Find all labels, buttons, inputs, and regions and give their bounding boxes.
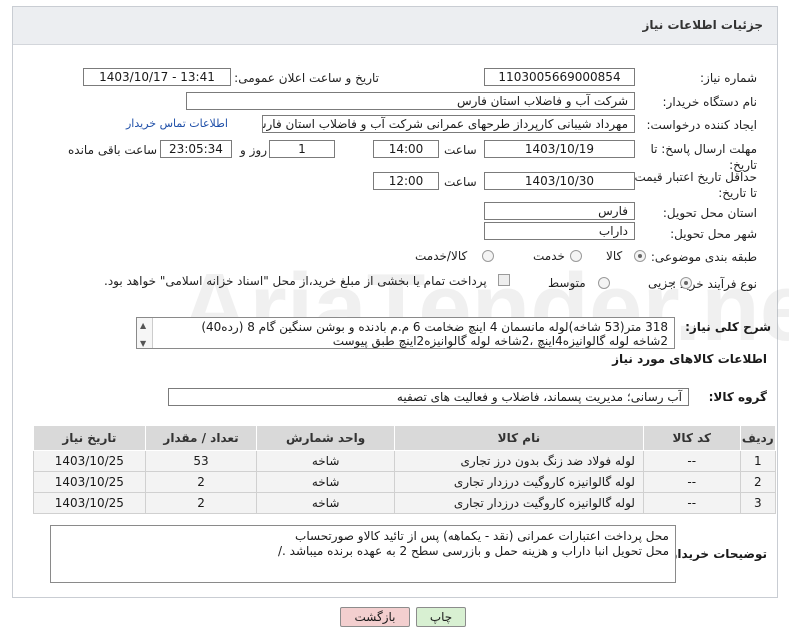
item-code: -- [642,450,741,472]
purchase-medium-radio[interactable] [598,277,610,289]
goods-info-title: اطلاعات کالاهای مورد نیاز [612,352,767,366]
table-header-row: ردیف کد کالا نام کالا واحد شمارش تعداد /… [33,425,777,451]
category-goods-radio[interactable] [634,250,646,262]
item-name: لوله گالوانیزه کاروگیت درزدار تجاری [393,492,644,514]
col-qty-header: تعداد / مقدار [144,425,258,451]
category-goods-service-label: کالا/خدمت [415,249,468,263]
need-number-field[interactable]: 1103005669000854 [484,68,635,86]
announce-datetime-field[interactable]: 1403/10/17 - 13:41 [83,68,231,86]
item-date: 1403/10/25 [33,450,146,472]
table-row[interactable]: 1 -- لوله فولاد ضد زنگ بدون درز تجاری شا… [33,450,777,472]
deadline-date-field[interactable]: 1403/10/19 [484,140,635,158]
category-goods-service-radio[interactable] [482,250,494,262]
category-goods-label: کالا [606,249,623,263]
requester-field[interactable]: مهرداد شیبانی کارپرداز طرحهای عمرانی شرک… [262,115,635,133]
need-number-label: شماره نیاز: [700,71,757,85]
category-label: طبقه بندی موضوعی: [650,250,757,264]
price-validity-label: حداقل تاریخ اعتبار قیمت: تا تاریخ: [630,170,757,200]
item-code: -- [642,492,741,514]
item-unit: شاخه [256,492,395,514]
back-button[interactable]: بازگشت [340,607,410,627]
item-unit: شاخه [256,471,395,493]
scroll-up-icon[interactable]: ▲ [140,319,146,333]
general-desc-textarea[interactable]: 318 متر(53 شاخه)لوله مانسمان 4 اینچ ضخام… [136,317,675,349]
table-row[interactable]: 2 -- لوله گالوانیزه کاروگیت درزدار تجاری… [33,471,777,493]
buyer-notes-line-2: محل تحویل انبا داراب و هزینه حمل و بازرس… [277,544,669,558]
validity-hour-label: ساعت [444,175,477,189]
treasury-note: پرداخت تمام یا بخشی از مبلغ خرید،از محل … [104,274,487,288]
time-left-field[interactable]: 23:05:34 [160,140,232,158]
items-table: ردیف کد کالا نام کالا واحد شمارش تعداد /… [33,425,777,514]
page-title: جزئیات اطلاعات نیاز [642,18,763,32]
announce-datetime-label: تاریخ و ساعت اعلان عمومی: [234,71,379,85]
col-name-header: نام کالا [393,425,644,451]
item-qty: 53 [144,450,258,472]
general-desc-line-2: 2شاخه لوله گالوانیزه4اینچ ،2شاخه لوله گا… [332,334,668,348]
contact-info-link[interactable]: اطلاعات تماس خریدار [126,117,228,130]
general-desc-scrollbar[interactable]: ▲ ▼ [137,318,153,348]
province-field[interactable]: فارس [484,202,635,220]
treasury-checkbox[interactable] [498,274,510,286]
buyer-notes-line-1: محل پرداخت اعتبارات عمرانی (نقد - یکماهه… [295,529,669,543]
item-date: 1403/10/25 [33,471,146,493]
city-field[interactable]: داراب [484,222,635,240]
print-button[interactable]: چاپ [416,607,466,627]
item-name: لوله فولاد ضد زنگ بدون درز تجاری [393,450,644,472]
purchase-medium-label: متوسط [548,276,586,290]
buyer-notes-textarea[interactable]: محل پرداخت اعتبارات عمرانی (نقد - یکماهه… [50,525,676,583]
row-number: 3 [739,492,777,514]
category-service-radio[interactable] [570,250,582,262]
buyer-notes-label: توضیحات خریدار: [665,547,767,561]
item-name: لوله گالوانیزه کاروگیت درزدار تجاری [393,471,644,493]
table-row[interactable]: 3 -- لوله گالوانیزه کاروگیت درزدار تجاری… [33,492,777,514]
col-row-header: ردیف [739,425,777,451]
goods-group-label: گروه کالا: [708,390,767,404]
scroll-down-icon[interactable]: ▼ [140,337,146,348]
validity-date-field[interactable]: 1403/10/30 [484,172,635,190]
validity-time-field[interactable]: 12:00 [373,172,439,190]
purchase-partial-radio[interactable] [680,277,692,289]
delivery-city-label: شهر محل تحویل: [670,227,757,241]
row-number: 2 [739,471,777,493]
item-qty: 2 [144,492,258,514]
category-service-label: خدمت [533,249,565,263]
col-unit-header: واحد شمارش [256,425,395,451]
delivery-province-label: استان محل تحویل: [662,206,757,220]
requester-label: ایجاد کننده درخواست: [646,118,757,132]
row-number: 1 [739,450,777,472]
item-date: 1403/10/25 [33,492,146,514]
general-desc-label: شرح کلی نیاز: [685,320,771,334]
general-desc-line-1: 318 متر(53 شاخه)لوله مانسمان 4 اینچ ضخام… [201,320,668,334]
panel-header: جزئیات اطلاعات نیاز [13,7,777,45]
days-left-field[interactable]: 1 [269,140,335,158]
col-date-header: تاریخ نیاز [33,425,146,451]
item-qty: 2 [144,471,258,493]
hours-left-label: ساعت باقی مانده [68,143,158,157]
day-and-label: روز و [240,143,267,157]
deadline-time-field[interactable]: 14:00 [373,140,439,158]
item-unit: شاخه [256,450,395,472]
col-code-header: کد کالا [642,425,741,451]
buyer-org-field[interactable]: شرکت آب و فاضلاب استان فارس [186,92,635,110]
goods-group-field[interactable]: آب رسانی؛ مدیریت پسماند، فاضلاب و فعالیت… [168,388,689,406]
buyer-org-label: نام دستگاه خریدار: [662,95,758,109]
item-code: -- [642,471,741,493]
deadline-hour-label: ساعت [444,143,477,157]
purchase-partial-label: جزیی [648,276,676,290]
